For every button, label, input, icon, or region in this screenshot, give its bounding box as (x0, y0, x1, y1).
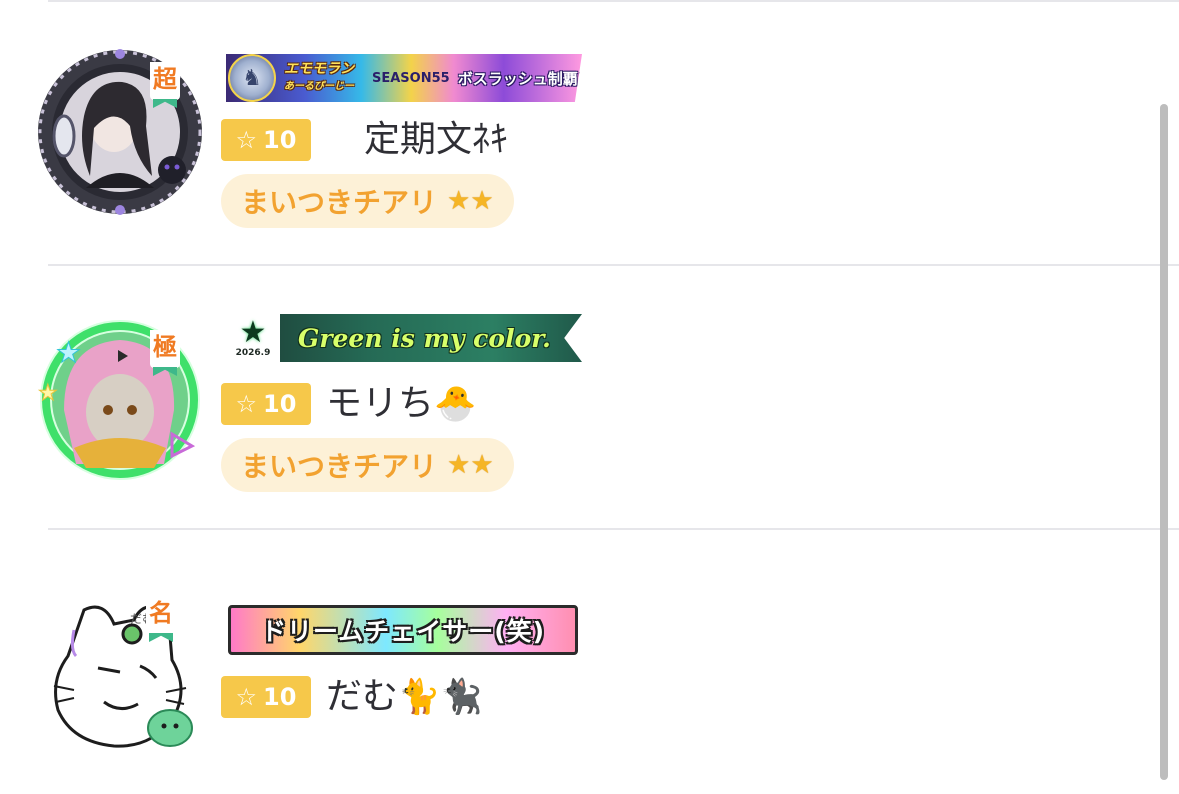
scrollbar[interactable] (1160, 104, 1168, 780)
user-row[interactable]: ★ ★ 極 ★ 2026.9 Green is my color. ☆ 10 モ… (0, 266, 1150, 530)
banner-tagline: ボスラッシュ制覇! (457, 69, 582, 88)
user-name-text: だむ (326, 676, 399, 717)
level-badge: ☆ 10 (221, 119, 311, 161)
cheer-label: まいつきチアリ (241, 186, 438, 219)
rank-badge: 極 (150, 330, 180, 368)
rank-badge: 超 (150, 62, 180, 100)
title-banner[interactable]: ♞ エモモラン あーるぴーじー SEASON55 ボスラッシュ制覇! (226, 54, 582, 102)
level-value: 10 (263, 390, 297, 418)
cats-icon: 🐈🐈‍⬛ (398, 677, 483, 717)
svg-text:★: ★ (38, 381, 58, 406)
avatar[interactable]: ★ ★ 極 (34, 314, 206, 486)
star-outline-icon: ☆ (235, 683, 258, 711)
avatar[interactable]: 超 (34, 46, 206, 218)
level-badge: ☆ 10 (221, 676, 311, 718)
cheer-stars-icon: ★★ (447, 186, 494, 216)
star-outline-icon: ☆ (235, 390, 258, 418)
emblem-crest: ★ 2026.9 (226, 314, 280, 362)
user-list: 超 ♞ エモモラン あーるぴーじー SEASON55 ボスラッシュ制覇! ☆ 1… (0, 0, 1179, 780)
level-value: 10 (263, 126, 297, 154)
cheer-badge: まいつきチアリ ★★ (221, 174, 514, 228)
cheer-label: まいつきチアリ (241, 450, 438, 483)
chick-hood-character-avatar-icon: ★ ★ (38, 320, 200, 480)
banner-season: SEASON55 (372, 70, 450, 86)
banner-logo-subtitle: あーるぴーじー (284, 81, 354, 92)
title-banner[interactable]: ドリームチェイサー(笑) (228, 605, 578, 655)
user-row[interactable]: 超 ♞ エモモラン あーるぴーじー SEASON55 ボスラッシュ制覇! ☆ 1… (0, 2, 1150, 266)
green-star-icon: ★ (239, 315, 267, 350)
level-badge: ☆ 10 (221, 383, 311, 425)
hatching-chick-icon: 🐣 (434, 384, 477, 424)
avatar[interactable]: だむ 名 (34, 590, 206, 762)
level-value: 10 (263, 683, 297, 711)
user-name-text: 定期文ﾈｷ (364, 119, 509, 160)
cat-sketch-avatar-icon (40, 596, 200, 756)
banner-logo-title: エモモラン (284, 61, 354, 77)
knight-crest-icon: ♞ (228, 54, 276, 102)
rank-badge: 名 (146, 596, 176, 634)
user-name[interactable]: だむ🐈🐈‍⬛ (326, 675, 483, 719)
title-banner[interactable]: ★ 2026.9 Green is my color. (226, 314, 582, 362)
user-name[interactable]: 定期文ﾈｷ (364, 118, 508, 162)
user-name-text: モリち (326, 383, 435, 424)
banner-date: 2026.9 (235, 348, 271, 358)
girl-photo-avatar-icon (38, 49, 202, 215)
banner-title: ドリームチェイサー(笑) (260, 617, 546, 646)
svg-text:★: ★ (56, 336, 81, 369)
cheer-badge: まいつきチアリ ★★ (221, 438, 514, 492)
star-outline-icon: ☆ (235, 126, 258, 154)
cheer-stars-icon: ★★ (447, 450, 494, 480)
banner-motto: Green is my color. (298, 323, 551, 353)
user-row[interactable]: だむ 名 ドリームチェイサー(笑) ☆ 10 だむ🐈🐈‍⬛ (0, 530, 1150, 794)
user-name[interactable]: モリち🐣 (326, 382, 476, 426)
banner-logo: エモモラン あーるぴーじー (284, 61, 366, 95)
